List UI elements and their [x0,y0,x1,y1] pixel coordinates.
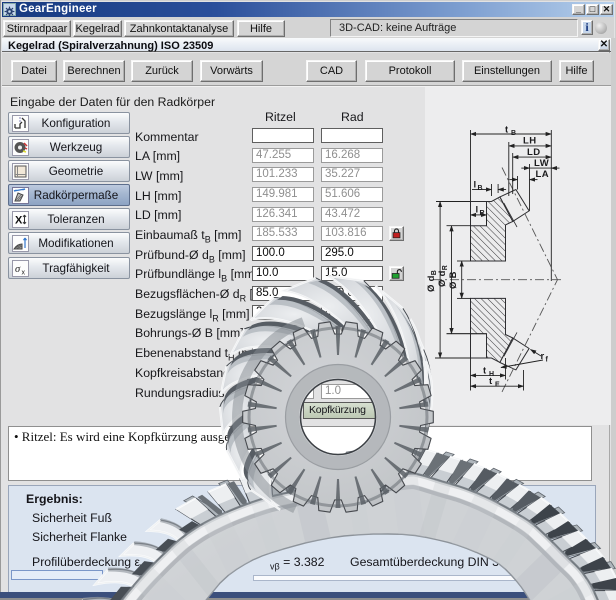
svg-text:x: x [22,269,26,276]
svg-text:f: f [546,357,549,364]
svg-text:E: E [495,382,500,389]
svg-text:B: B [511,130,516,137]
svg-text:B: B [478,185,483,192]
svg-text:Ø B: Ø B [448,271,459,289]
svg-text:LD: LD [527,147,541,158]
svg-text:t: t [483,365,487,376]
svg-text:l: l [476,205,479,216]
svg-text:LA: LA [536,169,550,180]
svg-text:t: t [489,376,493,387]
svg-text:r: r [541,351,545,362]
svg-text:LW: LW [534,158,549,169]
svg-text:t: t [505,125,509,136]
svg-text:σ: σ [15,264,21,275]
svg-text:LH: LH [523,136,537,147]
svg-text:R: R [480,210,485,217]
svg-text:l: l [474,180,477,191]
svg-text:X: X [15,214,23,226]
